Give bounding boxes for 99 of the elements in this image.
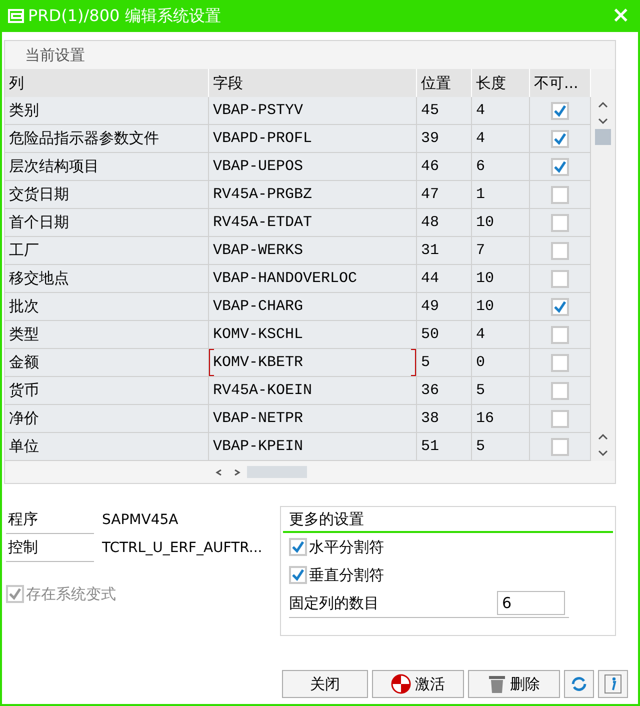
table-cell: 5	[472, 377, 530, 405]
table-cell: 10	[472, 209, 530, 237]
scroll-down-icon[interactable]	[598, 450, 608, 457]
table-cell: 49	[417, 293, 472, 321]
table-cell: VBAP-PSTYV	[209, 97, 417, 125]
info-icon	[604, 674, 622, 694]
activate-button[interactable]: 激活	[372, 670, 464, 698]
table-cell: 5	[472, 433, 530, 461]
table-cell: 交货日期	[5, 181, 209, 209]
table-cell: 39	[417, 125, 472, 153]
window-title: PRD(1)/800 编辑系统设置	[28, 6, 222, 26]
table-cell: 4	[472, 321, 530, 349]
table-cell: 31	[417, 237, 472, 265]
close-button[interactable]: 关闭	[282, 670, 368, 698]
table-cell: 单位	[5, 433, 209, 461]
table-cell: 50	[417, 321, 472, 349]
table-cell: 51	[417, 433, 472, 461]
checkbox[interactable]	[289, 538, 307, 556]
table-cell: 47	[417, 181, 472, 209]
table-cell: 工厂	[5, 237, 209, 265]
checkbox-label[interactable]: 垂直分割符	[309, 566, 384, 584]
column-header[interactable]: 不可...	[530, 69, 591, 97]
scroll-up-icon[interactable]	[598, 433, 608, 440]
table-cell: VBAP-CHARG	[209, 293, 417, 321]
table-cell: KOMV-KBETR	[209, 349, 417, 377]
table-cell: 44	[417, 265, 472, 293]
table-cell: 16	[472, 405, 530, 433]
table-cell: 36	[417, 377, 472, 405]
checkbox-label[interactable]: 水平分割符	[309, 538, 384, 556]
table-cell: VBAP-NETPR	[209, 405, 417, 433]
scroll-down-icon[interactable]	[598, 118, 608, 125]
window-icon	[8, 9, 24, 23]
delete-button[interactable]: 删除	[468, 670, 560, 698]
column-header[interactable]: 列	[5, 69, 209, 97]
table-cell: 1	[472, 181, 530, 209]
checkbox[interactable]	[551, 214, 569, 232]
checkbox[interactable]	[551, 354, 569, 372]
table-cell: VBAP-KPEIN	[209, 433, 417, 461]
table-cell: 批次	[5, 293, 209, 321]
target-icon	[391, 674, 411, 694]
vertical-scrollbar[interactable]	[591, 69, 615, 461]
scroll-thumb[interactable]	[595, 129, 611, 145]
table-cell: 46	[417, 153, 472, 181]
table-cell: 危险品指示器参数文件	[5, 125, 209, 153]
column-header[interactable]: 长度	[472, 69, 530, 97]
scroll-up-icon[interactable]	[598, 101, 608, 108]
table-cell: RV45A-PRGBZ	[209, 181, 417, 209]
checkbox[interactable]	[551, 186, 569, 204]
checkbox[interactable]	[551, 438, 569, 456]
table-cell: RV45A-ETDAT	[209, 209, 417, 237]
checkbox[interactable]	[551, 270, 569, 288]
checkbox[interactable]	[551, 242, 569, 260]
info-button[interactable]	[598, 670, 628, 698]
table-cell: VBAPD-PROFL	[209, 125, 417, 153]
scroll-thumb[interactable]	[247, 466, 307, 478]
checkbox[interactable]	[551, 158, 569, 176]
refresh-icon	[569, 674, 589, 694]
table-cell: 45	[417, 97, 472, 125]
table-cell: 6	[472, 153, 530, 181]
field-label: 程序	[6, 506, 94, 534]
column-header[interactable]: 位置	[417, 69, 472, 97]
table-cell: 4	[472, 125, 530, 153]
checkbox[interactable]	[551, 382, 569, 400]
table-cell: 类型	[5, 321, 209, 349]
table-cell: RV45A-KOEIN	[209, 377, 417, 405]
group-title: 更多的设置	[283, 509, 613, 533]
table-cell: 5	[417, 349, 472, 377]
checkbox[interactable]	[289, 566, 307, 584]
table-cell: 类别	[5, 97, 209, 125]
checkbox[interactable]	[551, 326, 569, 344]
table-cell: 首个日期	[5, 209, 209, 237]
table-cell: VBAP-UEPOS	[209, 153, 417, 181]
checkbox[interactable]	[551, 298, 569, 316]
input-field[interactable]: 6	[497, 591, 565, 615]
table-cell: 净价	[5, 405, 209, 433]
table-cell: 48	[417, 209, 472, 237]
table-cell: KOMV-KSCHL	[209, 321, 417, 349]
field-label: 固定列的数目	[289, 594, 380, 612]
trash-icon	[488, 674, 506, 694]
table-cell: 4	[472, 97, 530, 125]
table-cell: 10	[472, 265, 530, 293]
table-cell: VBAP-WERKS	[209, 237, 417, 265]
checkbox[interactable]	[551, 130, 569, 148]
field-label: 控制	[6, 534, 94, 562]
table-cell: 7	[472, 237, 530, 265]
table-cell: 10	[472, 293, 530, 321]
column-header[interactable]: 字段	[209, 69, 417, 97]
field-value: TCTRL_U_ERF_AUFTR...	[101, 540, 262, 556]
field-value: SAPMV45A	[101, 512, 178, 528]
table-cell: 层次结构项目	[5, 153, 209, 181]
table-cell: 0	[472, 349, 530, 377]
table-cell: 移交地点	[5, 265, 209, 293]
checkbox[interactable]	[551, 410, 569, 428]
table-cell: 金额	[5, 349, 209, 377]
refresh-button[interactable]	[564, 670, 594, 698]
table-cell: 38	[417, 405, 472, 433]
checkbox[interactable]	[551, 102, 569, 120]
table-cell: VBAP-HANDOVERLOC	[209, 265, 417, 293]
table-cell: 货币	[5, 377, 209, 405]
